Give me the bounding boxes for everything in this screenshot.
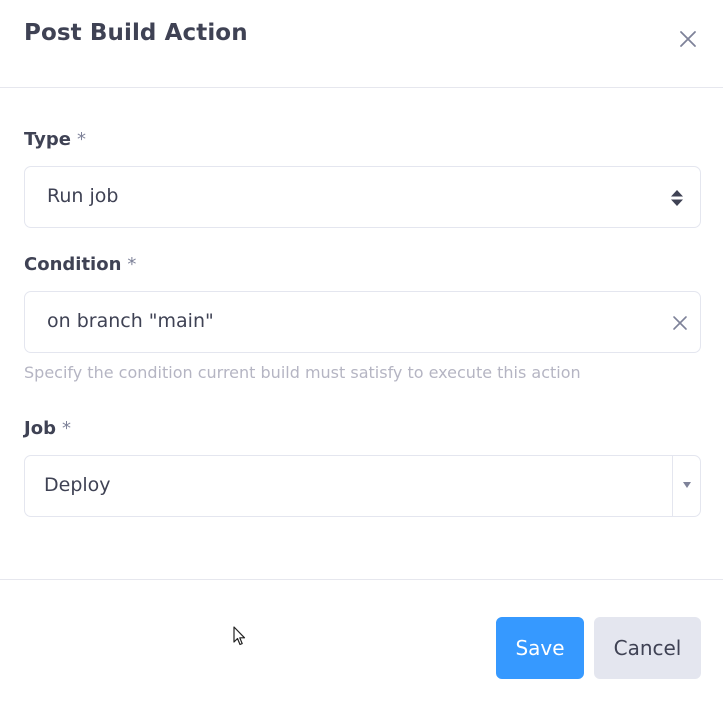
close-icon xyxy=(680,31,696,47)
job-label-text: Job xyxy=(24,418,56,439)
type-select[interactable]: Run job xyxy=(24,166,701,228)
dialog-header: Post Build Action xyxy=(0,0,723,88)
required-marker: * xyxy=(127,254,137,275)
condition-help-text: Specify the condition current build must… xyxy=(24,363,581,382)
mouse-cursor-icon xyxy=(233,626,246,646)
type-select-value: Run job xyxy=(47,185,119,207)
condition-label: Condition * xyxy=(24,254,136,275)
type-label-text: Type xyxy=(24,129,71,150)
clear-icon[interactable] xyxy=(672,315,688,331)
job-select[interactable]: Deploy xyxy=(24,455,701,517)
condition-input-value: on branch "main" xyxy=(47,310,214,332)
required-marker: * xyxy=(76,129,86,150)
caret-down-icon[interactable] xyxy=(682,481,692,489)
type-label: Type * xyxy=(24,129,86,150)
job-select-value: Deploy xyxy=(44,474,111,496)
dialog-footer: Save Cancel xyxy=(0,579,723,702)
sort-icon xyxy=(671,190,683,206)
job-label: Job * xyxy=(24,418,71,439)
condition-input[interactable]: on branch "main" xyxy=(24,291,701,353)
dialog-title: Post Build Action xyxy=(24,20,248,46)
condition-label-text: Condition xyxy=(24,254,122,275)
required-marker: * xyxy=(61,418,71,439)
close-button[interactable] xyxy=(676,27,700,51)
save-button[interactable]: Save xyxy=(496,617,584,679)
post-build-action-dialog: Post Build Action Type * Run job Conditio… xyxy=(0,0,723,702)
dropdown-divider xyxy=(672,456,673,516)
cancel-button[interactable]: Cancel xyxy=(594,617,701,679)
